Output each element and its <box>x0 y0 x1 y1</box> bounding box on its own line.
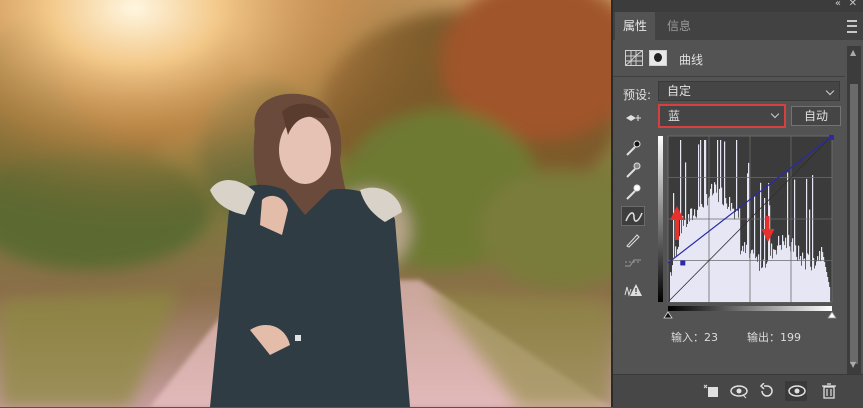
panel-topbar: « ✕ <box>613 0 863 12</box>
preset-value: 自定 <box>667 84 692 98</box>
histogram-bar <box>829 287 831 302</box>
view-previous-icon[interactable] <box>727 381 749 401</box>
preset-label: 预设: <box>623 88 652 102</box>
channel-value: 蓝 <box>668 109 681 123</box>
scroll-down-icon[interactable]: ▼ <box>850 360 856 369</box>
divider-line <box>613 76 845 77</box>
trash-icon[interactable] <box>817 381 839 401</box>
adjustment-title: 曲线 <box>679 53 704 67</box>
visibility-eye-icon[interactable] <box>785 381 807 401</box>
photo-canvas <box>0 0 611 407</box>
white-point-slider[interactable] <box>827 311 837 319</box>
tab-properties[interactable]: 属性 <box>615 12 656 40</box>
chevron-down-icon <box>770 109 780 119</box>
curve-edit-icon[interactable] <box>621 206 645 226</box>
chevron-down-icon <box>825 86 835 96</box>
tab-info[interactable]: 信息 <box>659 12 699 40</box>
reset-icon[interactable] <box>755 381 777 401</box>
output-value: 输出：199 <box>747 331 801 344</box>
layer-mask-icon[interactable] <box>649 50 667 66</box>
input-gradient-bar <box>668 306 832 311</box>
white-eyedropper-icon[interactable] <box>621 182 645 202</box>
adjustment-header: 曲线 <box>613 40 863 76</box>
clip-to-layer-icon[interactable] <box>699 381 721 401</box>
collapse-icon[interactable]: « <box>835 0 841 9</box>
black-point-slider[interactable] <box>663 311 673 319</box>
preset-dropdown[interactable]: 自定 <box>658 81 840 101</box>
gray-eyedropper-icon[interactable] <box>621 160 645 180</box>
panel-footer <box>613 374 863 408</box>
curve-control-point[interactable] <box>680 260 686 266</box>
close-icon[interactable]: ✕ <box>849 0 857 9</box>
curve-graph[interactable] <box>658 134 838 326</box>
target-adjust-icon[interactable] <box>621 108 645 128</box>
properties-panel: « ✕ 属性 信息 曲线 预设: 自定 蓝 自动 输入：23 输出：199 ▲ … <box>613 0 863 408</box>
curves-adjustment-icon <box>625 50 643 66</box>
auto-button[interactable]: 自动 <box>791 106 841 126</box>
panel-tabs: 属性 信息 <box>613 12 863 40</box>
channel-dropdown[interactable]: 蓝 <box>658 104 786 128</box>
output-gradient-bar <box>658 136 663 302</box>
panel-scrollbar[interactable]: ▲ ▼ <box>847 46 861 374</box>
photo-image <box>0 0 611 407</box>
scroll-thumb[interactable] <box>850 84 858 364</box>
black-eyedropper-icon[interactable] <box>621 138 645 158</box>
clipping-warning-icon[interactable] <box>621 280 645 300</box>
input-value: 输入：23 <box>671 331 718 344</box>
curve-end-point[interactable] <box>829 135 834 140</box>
pencil-icon[interactable] <box>621 230 645 250</box>
smooth-icon[interactable] <box>621 254 645 274</box>
scroll-up-icon[interactable]: ▲ <box>850 48 856 57</box>
panel-menu-icon[interactable] <box>847 20 857 33</box>
